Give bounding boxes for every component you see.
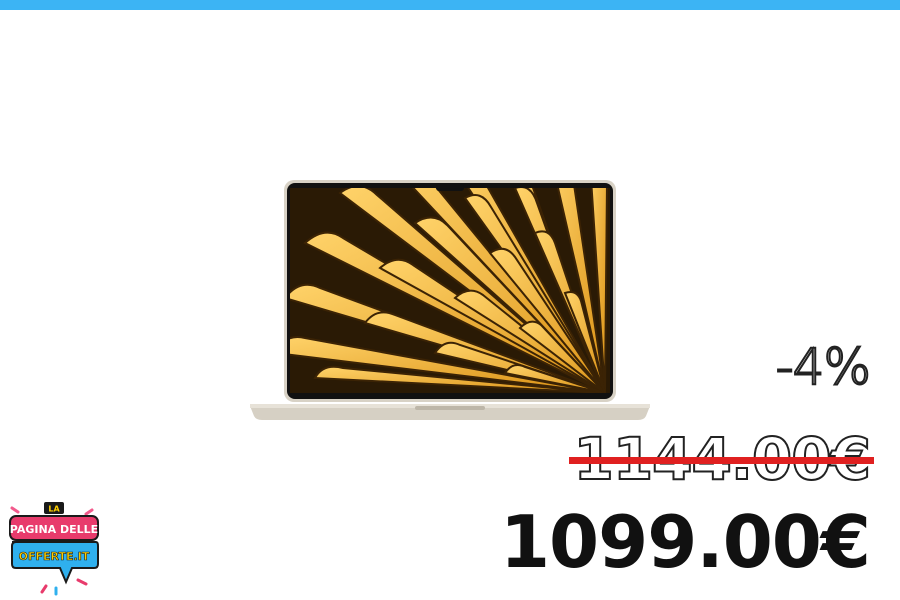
discount-percent: -4%	[775, 338, 872, 396]
logo-line1: LA	[48, 505, 60, 514]
la-pagina-delle-offerte-logo: LA PAGINA DELLE OFFERTE.IT	[9, 502, 99, 596]
logo-line2: PAGINA DELLE	[10, 523, 98, 536]
new-price: 1099.00€	[499, 500, 871, 584]
old-price: 1144.00€	[569, 429, 874, 489]
old-price-block: 1144.00€	[569, 429, 874, 489]
top-accent-bar	[0, 0, 900, 10]
logo-line3: OFFERTE.IT	[19, 550, 90, 563]
strikethrough-line	[569, 457, 874, 464]
laptop-product-image	[250, 180, 650, 420]
